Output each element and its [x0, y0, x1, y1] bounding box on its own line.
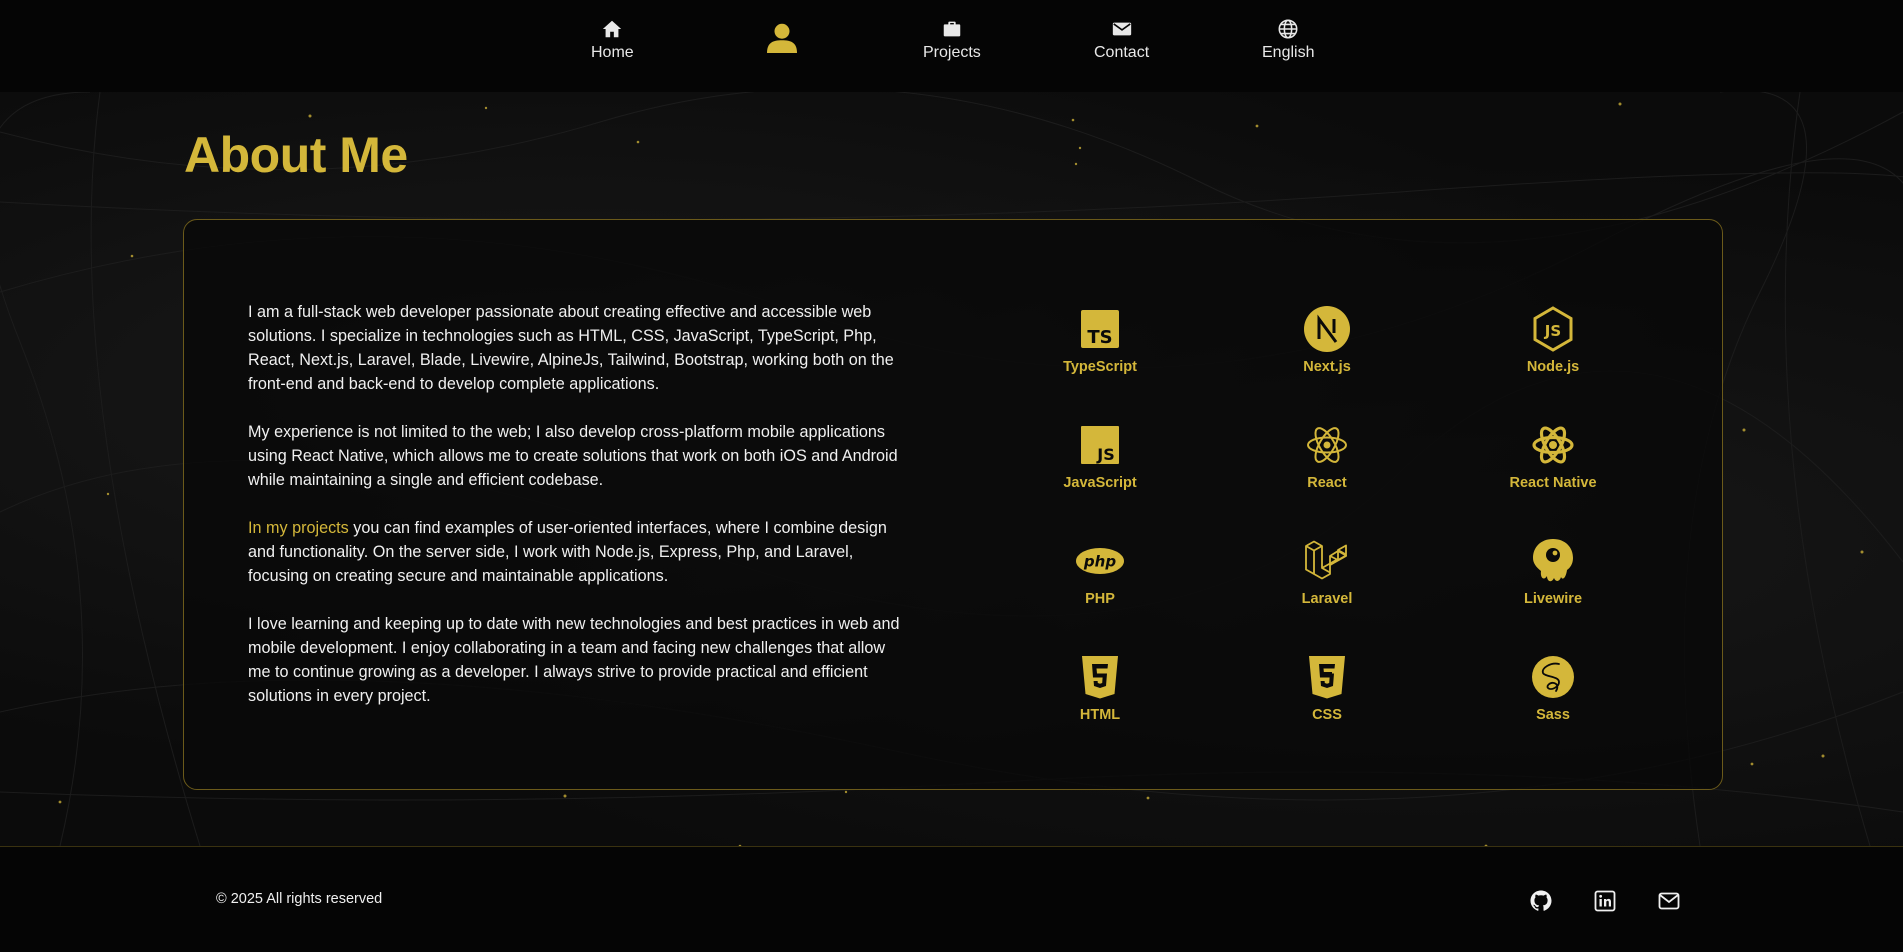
skill-name: React Native [1509, 475, 1597, 491]
svg-text:php: php [1083, 553, 1116, 571]
nodejs-icon: JS [1533, 306, 1573, 352]
skill-nodejs: JS Node.js [1463, 305, 1643, 375]
nav-contact[interactable]: Contact [1094, 18, 1149, 63]
skill-typescript: TS TypeScript [1010, 305, 1190, 375]
email-icon [1658, 892, 1680, 910]
skill-name: HTML [1079, 707, 1121, 723]
linkedin-link[interactable] [1593, 889, 1617, 913]
nav-language[interactable]: English [1262, 18, 1314, 63]
skill-livewire: Livewire [1463, 537, 1643, 607]
skill-name: Laravel [1301, 591, 1353, 607]
copyright-text: © 2025 All rights reserved [216, 891, 383, 907]
svg-text:JS: JS [1544, 322, 1561, 340]
top-navigation: Home Projects Contact English [0, 0, 1903, 92]
footer: © 2025 All rights reserved [0, 846, 1903, 952]
linkedin-icon [1594, 890, 1616, 912]
svg-text:TS: TS [1087, 327, 1112, 348]
skill-name: Node.js [1526, 359, 1580, 375]
skill-name: PHP [1085, 591, 1115, 607]
php-icon: php [1076, 548, 1124, 574]
nav-projects-label: Projects [923, 44, 981, 61]
github-link[interactable] [1529, 889, 1553, 913]
css3-icon [1309, 656, 1345, 699]
skill-php: php PHP [1010, 537, 1190, 607]
skill-name: CSS [1312, 707, 1342, 723]
briefcase-icon [943, 21, 961, 37]
svg-text:JS: JS [1096, 445, 1114, 464]
github-icon [1530, 890, 1552, 911]
about-paragraph-2: My experience is not limited to the web;… [248, 423, 898, 489]
skill-name: Next.js [1303, 359, 1351, 375]
skill-name: Sass [1536, 707, 1570, 723]
nav-language-label: English [1262, 44, 1315, 61]
javascript-icon: JS [1081, 426, 1119, 464]
about-paragraph-4: I love learning and keeping up to date w… [248, 615, 900, 705]
nav-projects[interactable]: Projects [923, 18, 981, 63]
skill-name: TypeScript [1063, 359, 1137, 375]
about-paragraph-1: I am a full-stack web developer passiona… [248, 303, 894, 393]
nav-home[interactable]: Home [591, 18, 634, 63]
globe-icon [1278, 19, 1298, 39]
skill-name: JavaScript [1063, 475, 1137, 491]
typescript-icon: TS [1081, 310, 1119, 348]
about-description: I am a full-stack web developer passiona… [248, 300, 908, 732]
react-icon [1307, 427, 1347, 463]
page-title: About Me [184, 127, 408, 183]
email-link[interactable] [1657, 889, 1681, 913]
livewire-icon [1533, 539, 1573, 582]
skill-laravel: Laravel [1237, 537, 1417, 607]
nav-contact-label: Contact [1094, 44, 1150, 61]
skill-nextjs: Next.js [1237, 305, 1417, 375]
skill-react-native: React Native [1463, 421, 1643, 491]
skill-name: React [1307, 475, 1347, 491]
mail-icon [1112, 22, 1131, 36]
skill-javascript: JS JavaScript [1010, 421, 1190, 491]
skill-name: Livewire [1523, 591, 1583, 607]
sass-icon [1532, 656, 1574, 698]
skill-sass: Sass [1463, 653, 1643, 723]
nextjs-icon [1304, 306, 1350, 352]
home-icon [603, 20, 622, 38]
nav-home-label: Home [591, 44, 634, 61]
skills-grid: TS TypeScript Next.js JS Node.js JS Java… [1010, 305, 1690, 745]
projects-link[interactable]: In my projects [248, 519, 349, 537]
nav-about[interactable] [764, 14, 800, 59]
laravel-icon [1305, 540, 1347, 580]
skill-html: HTML [1010, 653, 1190, 723]
skill-react: React [1237, 421, 1417, 491]
react-native-icon [1532, 426, 1574, 464]
about-paragraph-3: In my projects you can find examples of … [248, 516, 908, 588]
skill-css: CSS [1237, 653, 1417, 723]
user-icon [767, 23, 797, 53]
html5-icon [1082, 656, 1118, 699]
